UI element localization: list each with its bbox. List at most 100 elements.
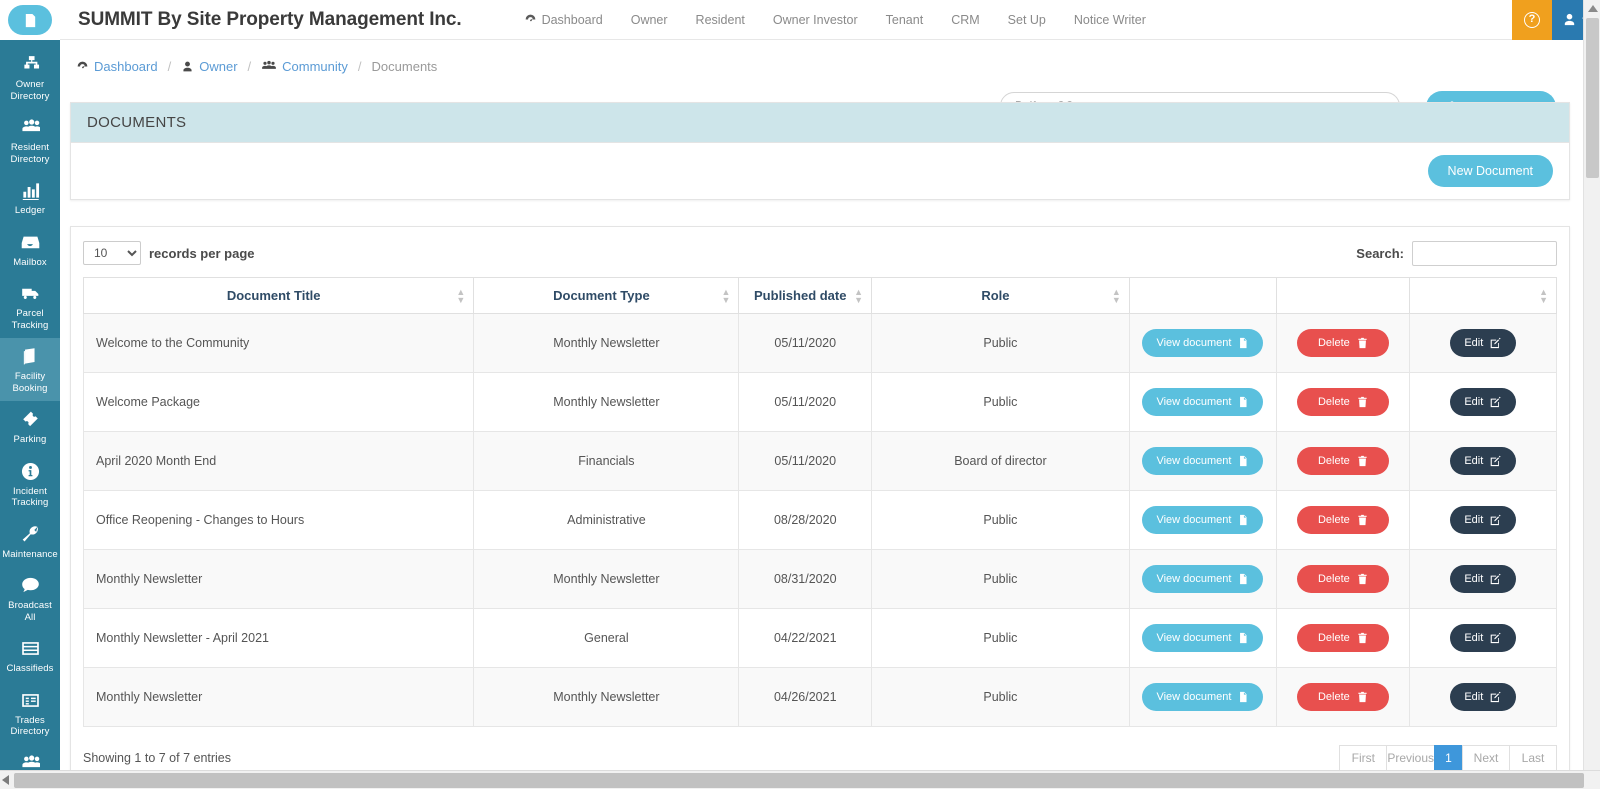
- sidebar-item-label: Classifieds: [6, 663, 54, 674]
- view-document-button[interactable]: View document: [1142, 683, 1264, 711]
- sidebar-item-mailbox[interactable]: Mailbox: [0, 224, 60, 276]
- sidebar-item-incident-tracking[interactable]: Incident Tracking: [0, 453, 60, 516]
- column-header-actions-5[interactable]: [1276, 277, 1410, 314]
- edit-document-button[interactable]: Edit: [1449, 329, 1516, 357]
- trash-icon: [1358, 632, 1367, 644]
- edit-document-button-label: Edit: [1464, 632, 1484, 644]
- delete-document-button[interactable]: Delete: [1296, 624, 1389, 652]
- sidebar-item-maintenance[interactable]: Maintenance: [0, 516, 60, 568]
- pagination-last[interactable]: Last: [1509, 744, 1557, 770]
- delete-document-cell: Delete: [1276, 431, 1410, 491]
- top-nav-set-up[interactable]: Set Up: [994, 13, 1060, 27]
- edit-document-button[interactable]: Edit: [1449, 447, 1516, 475]
- sidebar-item-label: Owner Directory: [10, 79, 50, 102]
- vertical-scrollbar[interactable]: [1583, 0, 1600, 770]
- scroll-up-arrow-icon[interactable]: [1588, 5, 1598, 12]
- breadcrumb-row: Dashboard / Owner / Community / Document…: [60, 40, 1600, 92]
- help-button[interactable]: ?: [1512, 0, 1552, 40]
- pencil-square-icon: [1491, 632, 1501, 644]
- sort-indicator-icon: ▲ ▼: [456, 286, 466, 305]
- sidebar-item-ledger[interactable]: Ledger: [0, 172, 60, 224]
- document-type-cell: Financials: [473, 431, 740, 491]
- view-document-button[interactable]: View document: [1142, 624, 1264, 652]
- vertical-scroll-thumb[interactable]: [1586, 18, 1599, 178]
- top-nav-owner[interactable]: Owner: [617, 13, 682, 27]
- sidebar-item-owner-directory[interactable]: Owner Directory: [0, 46, 60, 109]
- pagination-previous[interactable]: Previous: [1386, 744, 1435, 770]
- delete-document-button-label: Delete: [1317, 337, 1350, 349]
- view-document-button[interactable]: View document: [1142, 388, 1264, 416]
- delete-document-button[interactable]: Delete: [1296, 506, 1389, 534]
- sidebar-item-parcel-tracking[interactable]: Parcel Tracking: [0, 275, 60, 338]
- edit-document-button[interactable]: Edit: [1449, 683, 1516, 711]
- published-date-cell: 05/11/2020: [738, 372, 873, 432]
- role-cell: Public: [871, 608, 1130, 668]
- sidebar: Owner Directory Resident Directory Ledger M…: [0, 0, 60, 770]
- top-nav-crm[interactable]: CRM: [937, 13, 993, 27]
- documents-panel: DOCUMENTS New Document: [70, 102, 1570, 200]
- edit-document-button[interactable]: Edit: [1449, 506, 1516, 534]
- edit-document-button[interactable]: Edit: [1449, 565, 1516, 593]
- role-cell: Board of director: [871, 431, 1130, 491]
- view-document-cell: View document: [1128, 490, 1278, 550]
- pagination-first[interactable]: First: [1339, 744, 1388, 770]
- pagination-next[interactable]: Next: [1462, 744, 1510, 770]
- delete-document-button[interactable]: Delete: [1296, 388, 1389, 416]
- table-body: Welcome to the Community Monthly Newslett…: [82, 313, 1558, 727]
- column-header-label: Document Title: [226, 288, 321, 303]
- delete-document-button[interactable]: Delete: [1296, 447, 1389, 475]
- records-per-page-select[interactable]: 10: [83, 241, 141, 265]
- search-input[interactable]: [1412, 240, 1557, 266]
- horizontal-scrollbar[interactable]: [0, 770, 1600, 789]
- top-nav-dashboard[interactable]: Dashboard: [510, 13, 617, 27]
- sidebar-item-facility-booking[interactable]: Facility Booking: [0, 338, 60, 401]
- top-nav-resident[interactable]: Resident: [682, 13, 759, 27]
- top-nav-tenant[interactable]: Tenant: [872, 13, 938, 27]
- breadcrumb-owner[interactable]: Owner: [181, 59, 238, 74]
- view-document-button[interactable]: View document: [1142, 329, 1264, 357]
- sidebar-item-label: Resident Directory: [10, 142, 50, 165]
- column-header-document-type[interactable]: Document Type ▲ ▼: [473, 277, 740, 314]
- sidebar-item-broadcast-all[interactable]: Broadcast All: [0, 567, 60, 630]
- app-logo[interactable]: [0, 0, 60, 40]
- column-header-actions-6[interactable]: ▲ ▼: [1408, 277, 1558, 314]
- column-header-document-title[interactable]: Document Title ▲ ▼: [82, 277, 475, 314]
- sidebar-item-parking[interactable]: Parking: [0, 401, 60, 453]
- edit-document-cell: Edit: [1408, 313, 1558, 373]
- delete-document-button-label: Delete: [1317, 691, 1350, 703]
- delete-document-button[interactable]: Delete: [1296, 683, 1389, 711]
- breadcrumb-dashboard[interactable]: Dashboard: [76, 59, 158, 74]
- column-header-role[interactable]: Role ▲ ▼: [871, 277, 1130, 314]
- top-nav-notice-writer[interactable]: Notice Writer: [1060, 13, 1160, 27]
- horizontal-scroll-thumb[interactable]: [14, 773, 1584, 788]
- sidebar-item-label: Facility Booking: [12, 371, 48, 394]
- edit-document-button-label: Edit: [1464, 337, 1484, 349]
- column-header-label: Published date: [754, 288, 847, 303]
- top-nav-label: Owner: [630, 12, 668, 27]
- file-icon: [1240, 455, 1247, 467]
- breadcrumb-community[interactable]: Community: [261, 59, 348, 74]
- view-document-button[interactable]: View document: [1142, 447, 1264, 475]
- sidebar-item-trades-directory[interactable]: Trades Directory: [0, 682, 60, 745]
- main-content: Dashboard / Owner / Community / Document…: [60, 40, 1600, 770]
- edit-document-button[interactable]: Edit: [1449, 624, 1516, 652]
- sidebar-item-classifieds[interactable]: Classifieds: [0, 630, 60, 682]
- edit-document-button[interactable]: Edit: [1449, 388, 1516, 416]
- user-icon: [183, 61, 192, 71]
- sidebar-item-resident-directory[interactable]: Resident Directory: [0, 109, 60, 172]
- delete-document-button[interactable]: Delete: [1296, 329, 1389, 357]
- view-document-button[interactable]: View document: [1142, 565, 1264, 593]
- document-title-cell: Monthly Newsletter: [82, 667, 475, 727]
- new-document-button[interactable]: New Document: [1427, 155, 1553, 187]
- top-nav-owner-investor[interactable]: Owner Investor: [759, 13, 872, 27]
- delete-document-cell: Delete: [1276, 490, 1410, 550]
- column-header-actions-4[interactable]: [1128, 277, 1278, 314]
- delete-document-button[interactable]: Delete: [1296, 565, 1389, 593]
- pagination-page-1[interactable]: 1: [1434, 744, 1463, 770]
- scroll-left-arrow-icon[interactable]: [2, 775, 9, 785]
- dashboard-icon: [77, 61, 88, 68]
- view-document-button[interactable]: View document: [1142, 506, 1264, 534]
- column-header-published-date[interactable]: Published date ▲ ▼: [738, 277, 873, 314]
- table-row: Welcome Package Monthly Newsletter 05/11/2…: [82, 372, 1558, 432]
- sidebar-item-community[interactable]: Community: [0, 745, 60, 771]
